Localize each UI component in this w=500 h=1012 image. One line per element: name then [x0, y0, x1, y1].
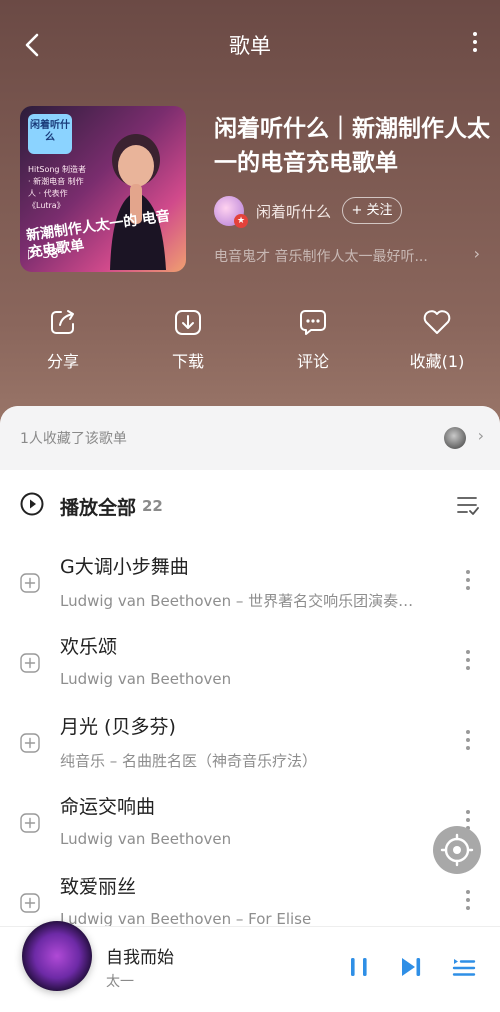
comment-button[interactable]: 评论	[263, 306, 363, 372]
add-song-icon[interactable]	[20, 813, 40, 833]
collect-label: 收藏(1)	[409, 352, 465, 371]
play-count: ▷ 38	[28, 247, 59, 262]
share-label: 分享	[46, 352, 79, 371]
chevron-right-icon: ›	[473, 244, 480, 263]
share-icon	[51, 310, 74, 334]
target-icon	[440, 833, 474, 867]
song-row[interactable]: G大调小步舞曲 Ludwig van Beethoven – 世界著名交响乐团演…	[0, 544, 500, 624]
chevron-right-icon: ›	[477, 426, 484, 445]
heart-icon	[423, 310, 451, 334]
top-bar: 歌单	[0, 24, 500, 66]
song-title: 命运交响曲	[60, 796, 156, 818]
song-row[interactable]: 命运交响曲 Ludwig van Beethoven	[0, 784, 500, 864]
action-bar: 分享 下载 评论 收藏(1)	[0, 306, 500, 376]
pause-icon[interactable]	[346, 954, 372, 980]
creator-row: ★ 闲着听什么 + 关注	[214, 196, 494, 228]
song-more-button[interactable]	[466, 890, 472, 914]
download-icon	[175, 310, 201, 335]
song-more-button[interactable]	[466, 650, 472, 674]
collectors-row[interactable]: 1人收藏了该歌单 ›	[0, 406, 500, 470]
cover-badge: 闲着听什么	[28, 114, 72, 154]
album-disc[interactable]	[22, 921, 92, 991]
comment-icon	[300, 310, 326, 335]
playlist-header: 歌单 闲着听什么 HitSong 制造者 · 新潮电音 制作人 · 代表作《Lu…	[0, 0, 500, 430]
comment-label: 评论	[296, 352, 329, 371]
playlist-title: 闲着听什么｜新潮制作人太一的电音充电歌单	[214, 116, 490, 176]
song-title: G大调小步舞曲	[60, 556, 189, 578]
add-song-icon[interactable]	[20, 893, 40, 913]
song-title: 致爱丽丝	[60, 876, 137, 898]
more-options-button[interactable]	[470, 32, 480, 58]
now-playing-artist: 太一	[106, 974, 134, 990]
song-count: 22	[142, 497, 163, 515]
song-title: 月光 (贝多芬)	[60, 716, 176, 738]
collectors-text: 1人收藏了该歌单	[20, 431, 127, 447]
song-row[interactable]: 欢乐颂 Ludwig van Beethoven	[0, 624, 500, 704]
add-song-icon[interactable]	[20, 733, 40, 753]
song-subtitle: 纯音乐 – 名曲胜名医（神奇音乐疗法）	[60, 752, 318, 770]
download-button[interactable]: 下载	[138, 306, 238, 372]
playlist-description[interactable]: 电音鬼才 音乐制作人太一最好听...	[214, 246, 460, 266]
song-subtitle: Ludwig van Beethoven – 世界著名交响乐团演奏…	[60, 592, 414, 610]
song-subtitle: Ludwig van Beethoven	[60, 830, 232, 848]
playlist-cover[interactable]: 闲着听什么 HitSong 制造者 · 新潮电音 制作人 · 代表作《Lutra…	[20, 106, 186, 272]
play-all-label: 播放全部	[60, 497, 137, 519]
next-track-icon[interactable]	[398, 954, 424, 980]
collector-avatar	[444, 427, 466, 449]
now-playing-title: 自我而始	[106, 948, 174, 968]
play-count-value: 38	[42, 247, 59, 262]
locate-current-button[interactable]	[433, 826, 481, 874]
collect-button[interactable]: 收藏(1)	[387, 306, 487, 372]
song-subtitle: Ludwig van Beethoven	[60, 670, 232, 688]
mini-player[interactable]: 自我而始 太一	[0, 921, 500, 1012]
song-row[interactable]: 月光 (贝多芬) 纯音乐 – 名曲胜名医（神奇音乐疗法）	[0, 704, 500, 784]
download-label: 下载	[171, 352, 204, 371]
play-all-row[interactable]: 播放全部 22	[0, 486, 500, 526]
creator-name[interactable]: 闲着听什么	[256, 201, 331, 222]
verified-badge-icon: ★	[234, 214, 248, 228]
song-list-panel: 1人收藏了该歌单 › 播放全部 22 G大调小步舞曲 Ludwig van Be…	[0, 406, 500, 1012]
multi-select-icon[interactable]	[456, 494, 480, 516]
song-more-button[interactable]	[466, 730, 472, 754]
share-button[interactable]: 分享	[13, 306, 113, 372]
cover-side-text: HitSong 制造者 · 新潮电音 制作人 · 代表作《Lutra》	[28, 165, 87, 210]
add-song-icon[interactable]	[20, 653, 40, 673]
playlist-queue-icon[interactable]	[452, 954, 476, 980]
song-more-button[interactable]	[466, 570, 472, 594]
follow-button[interactable]: + 关注	[342, 197, 402, 224]
add-song-icon[interactable]	[20, 573, 40, 593]
song-title: 欢乐颂	[60, 636, 118, 658]
page-title: 歌单	[229, 34, 271, 58]
play-circle-icon	[20, 492, 44, 516]
